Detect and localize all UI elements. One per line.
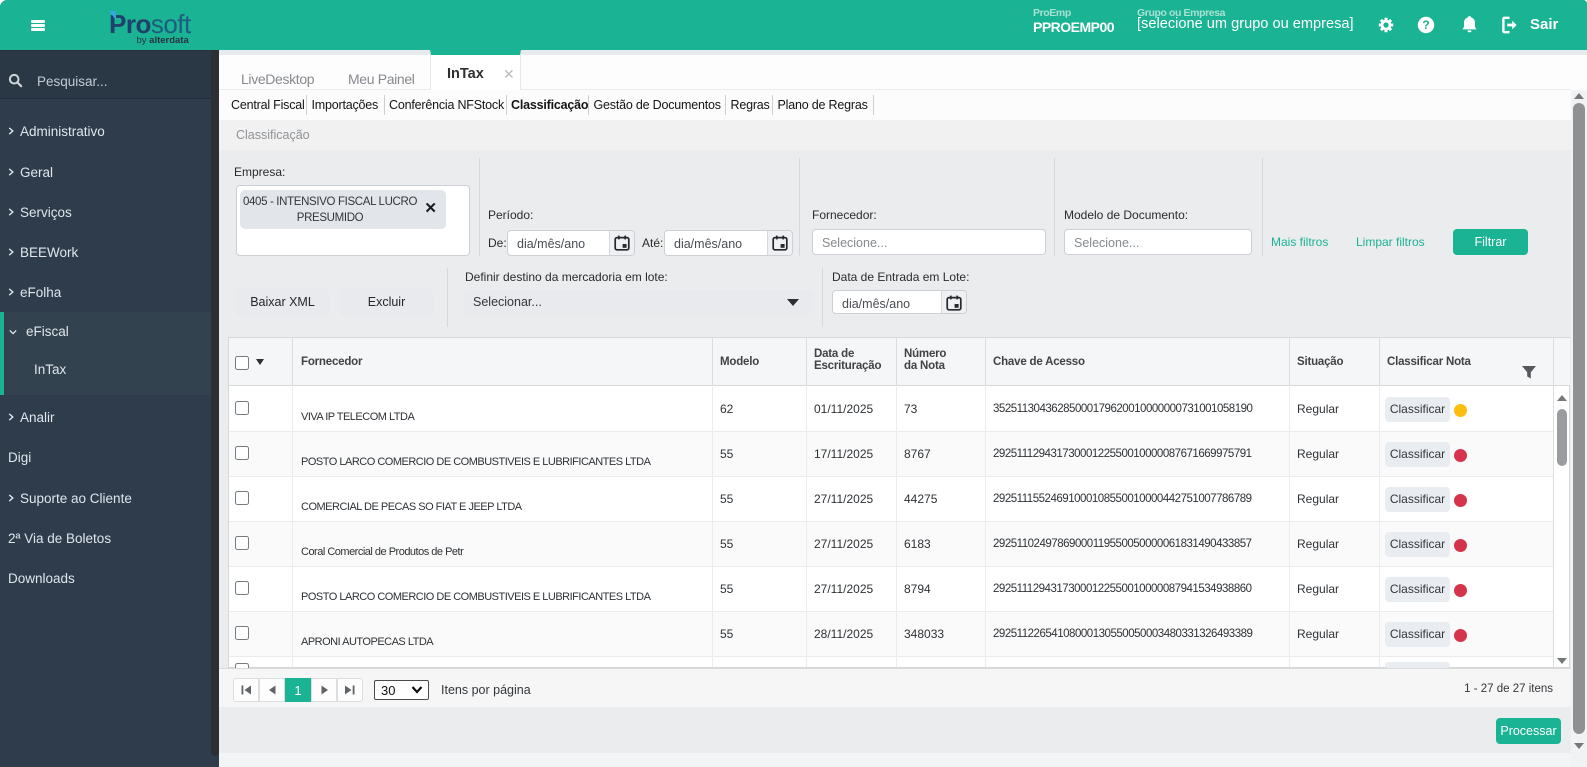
svg-text:?: ? bbox=[1422, 18, 1429, 32]
